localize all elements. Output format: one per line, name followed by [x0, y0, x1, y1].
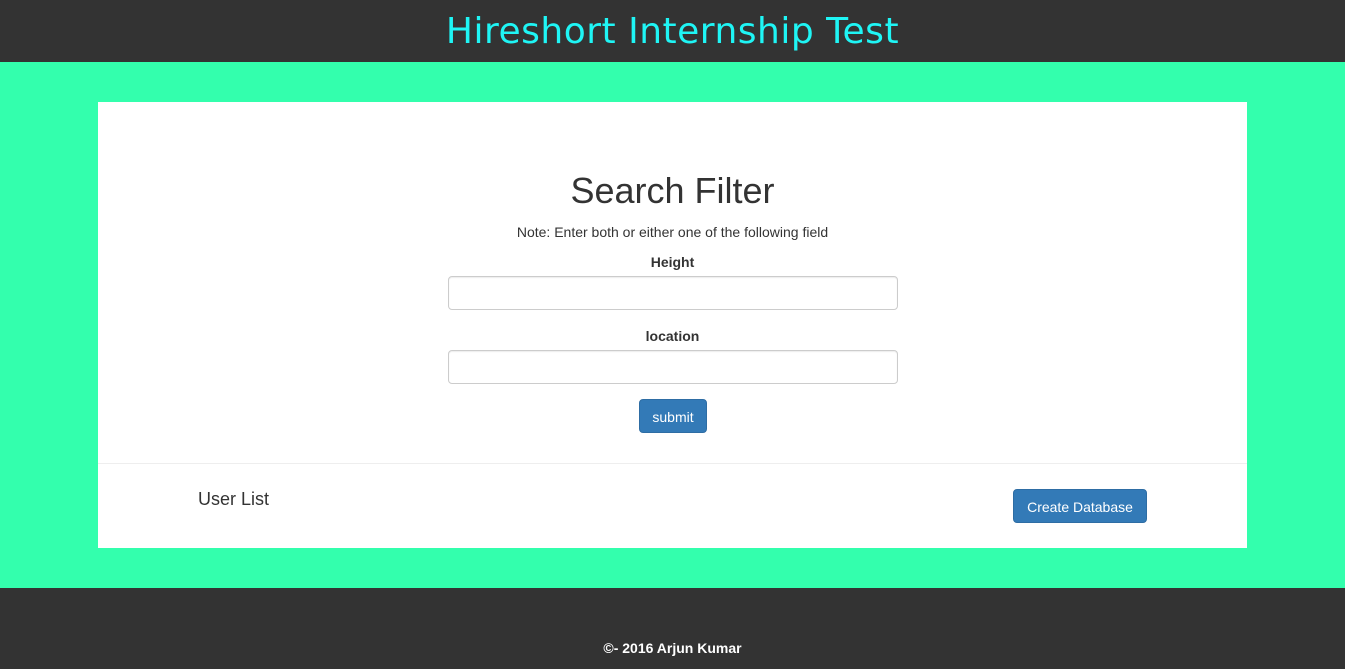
- site-title: Hireshort Internship Test: [445, 11, 900, 52]
- user-list-heading: User List: [198, 489, 270, 509]
- create-database-button[interactable]: Create Database: [1013, 489, 1147, 523]
- search-filter-heading: Search Filter: [570, 170, 775, 211]
- height-label: Height: [650, 254, 695, 270]
- search-filter-section: Search Filter Note: Enter both or either…: [98, 102, 1247, 464]
- search-note: Note: Enter both or either one of the fo…: [516, 224, 829, 240]
- location-input[interactable]: [448, 350, 898, 384]
- site-footer: ©- 2016 Arjun Kumar: [0, 588, 1345, 669]
- main-panel: Search Filter Note: Enter both or either…: [98, 102, 1247, 548]
- section-divider: [98, 463, 1247, 464]
- height-input[interactable]: [448, 276, 898, 310]
- submit-button[interactable]: submit: [639, 399, 707, 433]
- copyright-text: ©- 2016 Arjun Kumar: [603, 640, 742, 656]
- site-header: Hireshort Internship Test: [0, 0, 1345, 62]
- location-label: location: [645, 328, 700, 344]
